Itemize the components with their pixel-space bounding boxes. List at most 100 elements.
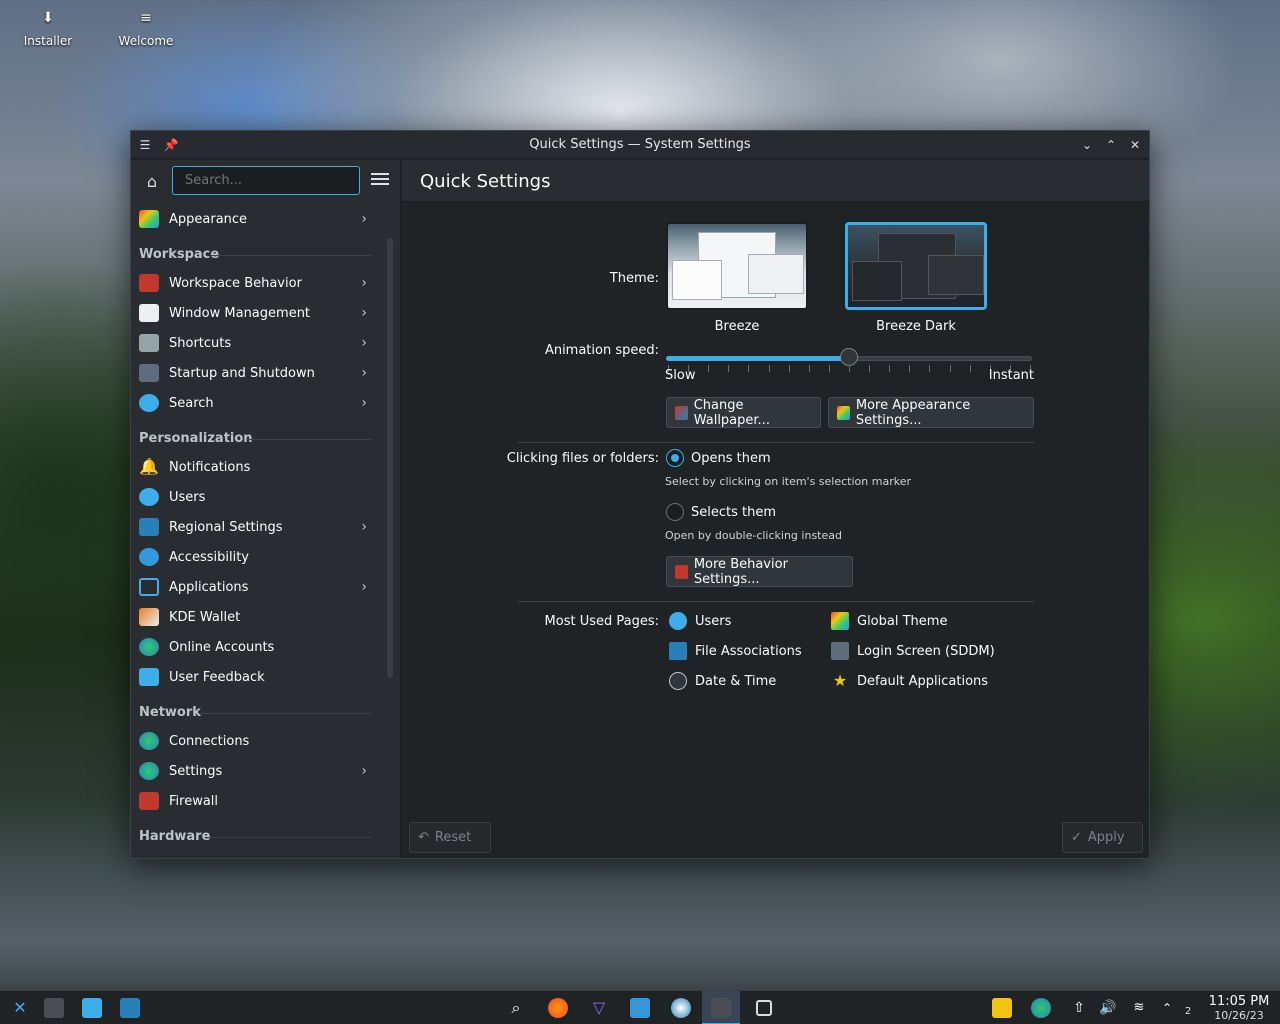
sidebar-item-users[interactable]: Users: [131, 482, 381, 512]
chevron-right-icon: ›: [361, 365, 367, 381]
sidebar-item-label: Accessibility: [169, 549, 249, 565]
most-used-file-associations[interactable]: File Associations: [669, 642, 802, 660]
sidebar-item-label: Startup and Shutdown: [169, 365, 315, 381]
wifi-icon[interactable]: ≋: [1129, 998, 1149, 1018]
global-theme-icon: [831, 612, 849, 630]
slider-tick: [788, 365, 790, 372]
theme-label: Theme:: [609, 271, 659, 286]
desktop-icon-welcome[interactable]: ≡ Welcome: [106, 10, 186, 48]
reset-button[interactable]: ↶ Reset: [409, 822, 491, 853]
firefox-icon[interactable]: [548, 998, 568, 1018]
section-header-workspace: Workspace: [131, 234, 381, 268]
updates-icon[interactable]: ⇧: [1069, 998, 1089, 1018]
sidebar-item-applications[interactable]: Applications ›: [131, 572, 381, 602]
sidebar-item-regional-settings[interactable]: Regional Settings ›: [131, 512, 381, 542]
opens-them-label[interactable]: Opens them: [691, 451, 771, 466]
opens-them-hint: Select by clicking on item's selection m…: [665, 475, 911, 488]
theme-card-breeze[interactable]: [666, 222, 808, 310]
tray-expand-icon[interactable]: ⌃: [1157, 998, 1177, 1018]
chevron-right-icon: ›: [361, 579, 367, 595]
slider-tick: [909, 365, 911, 372]
most-used-global-theme[interactable]: Global Theme: [831, 612, 947, 630]
file-manager-icon[interactable]: [82, 998, 102, 1018]
discover-store-icon[interactable]: [120, 998, 140, 1018]
window-title: Quick Settings — System Settings: [529, 137, 751, 152]
sidebar-item-window-management[interactable]: Window Management ›: [131, 298, 381, 328]
show-desktop-icon[interactable]: [756, 1000, 772, 1016]
sidebar-item-workspace-behavior[interactable]: Workspace Behavior ›: [131, 268, 381, 298]
sidebar-item-user-feedback[interactable]: User Feedback: [131, 662, 381, 692]
sidebar-item-startup-shutdown[interactable]: Startup and Shutdown ›: [131, 358, 381, 388]
slider-tick: [768, 365, 770, 372]
opens-them-radio[interactable]: [666, 449, 684, 467]
sidebar-item-notifications[interactable]: 🔔 Notifications: [131, 452, 381, 482]
application-launcher-icon[interactable]: ✕: [10, 998, 30, 1018]
undo-icon: ↶: [418, 830, 429, 845]
search-input[interactable]: [172, 166, 360, 195]
virtual-desktop-pager[interactable]: 2: [1180, 998, 1196, 1018]
volume-icon[interactable]: 🔊: [1098, 998, 1118, 1018]
sidebar-item-appearance[interactable]: Appearance ›: [131, 204, 381, 234]
maximize-icon[interactable]: ⌃: [1103, 137, 1119, 153]
page-title: Quick Settings: [402, 160, 1149, 202]
most-used-users[interactable]: Users: [669, 612, 731, 630]
main-content: Quick Settings Theme: Breeze Breeze Dark…: [402, 160, 1149, 858]
pin-icon[interactable]: 📌: [163, 137, 179, 153]
sidebar: ⌂ Appearance › Workspace Workspace Behav…: [131, 160, 401, 858]
slider-handle[interactable]: [840, 348, 858, 366]
sidebar-item-kde-wallet[interactable]: KDE Wallet: [131, 602, 381, 632]
most-used-default-applications[interactable]: ★ Default Applications: [831, 672, 988, 690]
titlebar[interactable]: ☰ 📌 Quick Settings — System Settings ⌄ ⌃…: [131, 131, 1149, 159]
sidebar-list: Appearance › Workspace Workspace Behavio…: [131, 204, 381, 859]
feedback-icon: [139, 668, 159, 686]
users-icon: [669, 612, 687, 630]
close-icon[interactable]: ✕: [1127, 137, 1143, 153]
more-appearance-settings-button[interactable]: More Appearance Settings...: [828, 397, 1034, 428]
proton-vpn-icon[interactable]: ▽: [589, 998, 609, 1018]
clock[interactable]: 11:05 PM 10/26/23: [1204, 994, 1274, 1022]
sidebar-item-search[interactable]: Search ›: [131, 388, 381, 418]
sidebar-item-shortcuts[interactable]: Shortcuts ›: [131, 328, 381, 358]
home-icon[interactable]: ⌂: [141, 171, 163, 193]
browser-tray-icon[interactable]: [1031, 998, 1051, 1018]
welcome-icon: ≡: [140, 10, 152, 26]
more-behavior-settings-button[interactable]: More Behavior Settings...: [666, 556, 853, 587]
sidebar-item-firewall[interactable]: Firewall: [131, 786, 381, 816]
workspace-behavior-icon: [139, 274, 159, 292]
desktop-icon-installer[interactable]: ⬇ Installer: [8, 10, 88, 48]
animation-speed-slider[interactable]: [666, 348, 1032, 366]
system-settings-task-icon[interactable]: [44, 998, 64, 1018]
slider-tick: [808, 365, 810, 372]
sidebar-item-label: Appearance: [169, 211, 248, 227]
login-screen-icon: [831, 642, 849, 660]
change-wallpaper-button[interactable]: Change Wallpaper...: [666, 397, 821, 428]
sidebar-item-label: Search: [169, 395, 214, 411]
system-settings-active-icon: [711, 998, 731, 1018]
workspace-behavior-icon: [675, 564, 688, 579]
selects-them-radio[interactable]: [666, 503, 684, 521]
sticky-note-icon[interactable]: [992, 998, 1012, 1018]
sidebar-item-connections[interactable]: Connections: [131, 726, 381, 756]
most-used-date-time[interactable]: Date & Time: [669, 672, 776, 690]
theme-card-breeze-dark[interactable]: [845, 222, 987, 310]
most-used-login-screen[interactable]: Login Screen (SDDM): [831, 642, 995, 660]
sidebar-item-label: Applications: [169, 579, 249, 595]
clock-icon: [669, 672, 687, 690]
chevron-right-icon: ›: [361, 305, 367, 321]
search-icon[interactable]: ⌕: [506, 998, 526, 1018]
sidebar-item-network-settings[interactable]: Settings ›: [131, 756, 381, 786]
text-editor-icon[interactable]: [630, 998, 650, 1018]
hamburger-menu-icon[interactable]: [371, 171, 389, 187]
window-menu-icon[interactable]: ☰: [137, 137, 153, 153]
sidebar-item-accessibility[interactable]: Accessibility: [131, 542, 381, 572]
sidebar-scrollbar[interactable]: [387, 238, 393, 678]
bell-icon: 🔔: [139, 457, 159, 476]
thunderbird-icon[interactable]: [671, 998, 691, 1018]
selects-them-label[interactable]: Selects them: [691, 505, 776, 520]
sidebar-item-online-accounts[interactable]: Online Accounts: [131, 632, 381, 662]
keyboard-icon: [139, 334, 159, 352]
slider-tick: [889, 365, 891, 372]
minimize-icon[interactable]: ⌄: [1079, 137, 1095, 153]
apply-button[interactable]: ✓ Apply: [1062, 822, 1143, 853]
slider-tick: [728, 365, 730, 372]
